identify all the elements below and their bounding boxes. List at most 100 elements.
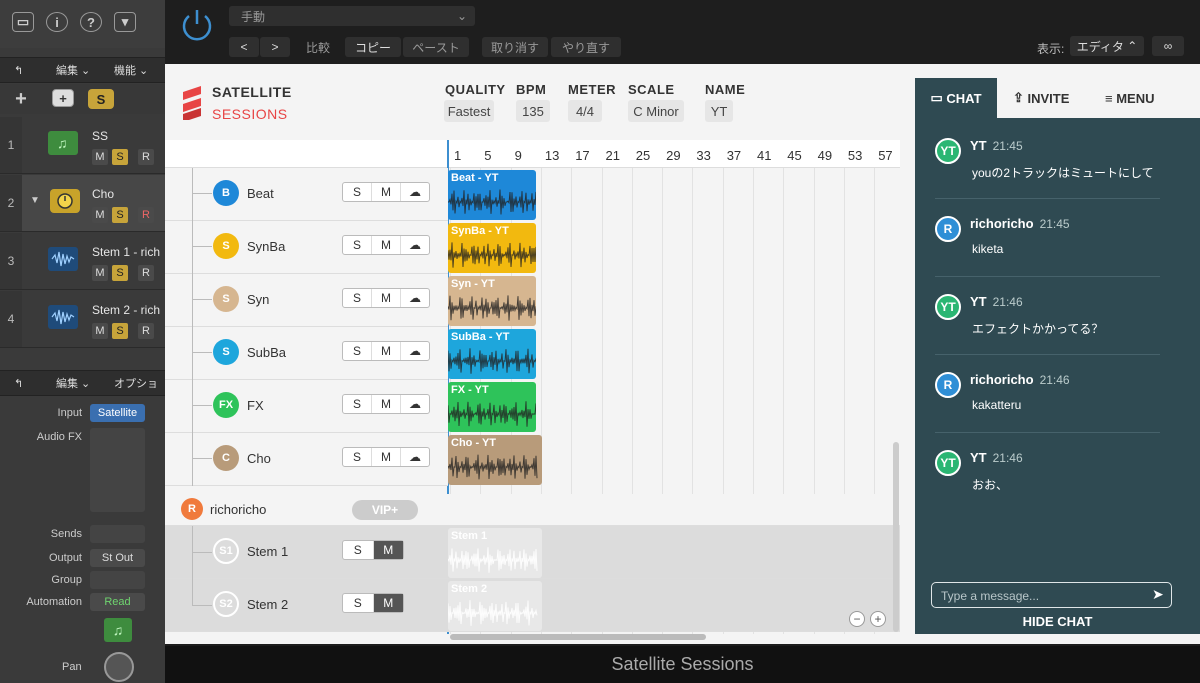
tab-menu[interactable]: ≡ MENU: [1105, 78, 1154, 118]
audio-fx-slot[interactable]: [90, 428, 145, 512]
record-button[interactable]: R: [138, 265, 154, 281]
record-button[interactable]: R: [138, 149, 154, 165]
solo-button[interactable]: S: [112, 149, 128, 165]
solo-button[interactable]: S: [112, 265, 128, 281]
mute-button[interactable]: M: [372, 342, 401, 360]
stem-clip-2[interactable]: Stem 2: [448, 581, 542, 631]
send-icon[interactable]: ➤: [1152, 586, 1164, 603]
mute-button[interactable]: M: [92, 323, 108, 339]
automation-mode[interactable]: Read: [90, 593, 145, 611]
message-author: richoricho: [970, 216, 1034, 231]
track-name: Syn: [247, 292, 270, 307]
bpm-value[interactable]: 135: [516, 100, 550, 122]
view-dropdown[interactable]: エディタ ⌃: [1070, 36, 1144, 56]
cloud-upload-icon[interactable]: ☁: [401, 395, 429, 413]
hide-chat-button[interactable]: HIDE CHAT: [915, 614, 1200, 629]
tab-invite[interactable]: ⇪ INVITE: [1013, 78, 1069, 118]
audio-clip-synba[interactable]: SynBa - YT: [448, 223, 536, 273]
record-button[interactable]: R: [138, 207, 154, 223]
solo-button[interactable]: S: [343, 594, 374, 612]
cloud-upload-icon[interactable]: ☁: [401, 236, 429, 254]
paste-button[interactable]: ペースト: [403, 37, 469, 57]
stem-clip-1[interactable]: Stem 1: [448, 528, 542, 578]
audio-clip-beat[interactable]: Beat - YT: [448, 170, 536, 220]
mute-button[interactable]: M: [373, 541, 403, 559]
link-icon[interactable]: ∞: [1152, 36, 1184, 56]
daw-track-1[interactable]: 1 ♫ SS M S R: [0, 117, 165, 174]
redo-button[interactable]: やり直す: [551, 37, 621, 57]
edit-menu[interactable]: 編集 ⌄: [56, 61, 90, 79]
help-icon[interactable]: ?: [80, 12, 102, 32]
power-icon[interactable]: [179, 6, 215, 47]
mute-button[interactable]: M: [372, 448, 401, 466]
daw-track-2[interactable]: 2 ▼ Cho M S R: [0, 175, 165, 232]
vertical-scrollbar[interactable]: [893, 442, 899, 632]
back-arrow-icon[interactable]: ↰: [14, 61, 23, 79]
sends-slot[interactable]: [90, 525, 145, 543]
daw-track-3[interactable]: 3 Stem 1 - rich M S R: [0, 233, 165, 290]
solo-button[interactable]: S: [343, 342, 372, 360]
add-track-icon[interactable]: +: [10, 88, 32, 110]
cloud-upload-icon[interactable]: ☁: [401, 289, 429, 307]
inbox-icon[interactable]: ▭: [12, 12, 34, 32]
mute-button[interactable]: M: [92, 207, 108, 223]
mute-button[interactable]: M: [372, 395, 401, 413]
duplicate-icon[interactable]: +: [52, 89, 74, 107]
solo-button[interactable]: S: [343, 395, 372, 413]
solo-button[interactable]: S: [112, 207, 128, 223]
audio-clip-syn[interactable]: Syn - YT: [448, 276, 536, 326]
audio-clip-subba[interactable]: SubBa - YT: [448, 329, 536, 379]
track-badge: B: [213, 180, 239, 206]
group-slot[interactable]: [90, 571, 145, 589]
mute-button[interactable]: M: [92, 265, 108, 281]
solo-button[interactable]: S: [112, 323, 128, 339]
zoom-out-button[interactable]: −: [849, 611, 865, 627]
quality-value[interactable]: Fastest: [444, 100, 494, 122]
functions-menu[interactable]: 機能 ⌄: [114, 61, 148, 79]
mute-button[interactable]: M: [373, 594, 403, 612]
name-value[interactable]: YT: [705, 100, 733, 122]
cloud-upload-icon[interactable]: ☁: [401, 183, 429, 201]
record-button[interactable]: R: [138, 323, 154, 339]
mute-button[interactable]: M: [372, 236, 401, 254]
next-preset-button[interactable]: >: [260, 37, 290, 57]
mute-button[interactable]: M: [372, 183, 401, 201]
mute-button[interactable]: M: [92, 149, 108, 165]
compare-button[interactable]: 比較: [300, 37, 336, 57]
pan-knob[interactable]: [104, 652, 134, 682]
scale-value[interactable]: C Minor: [628, 100, 684, 122]
output-slot[interactable]: St Out: [90, 549, 145, 567]
audio-clip-cho[interactable]: Cho - YT: [448, 435, 542, 485]
daw-track-4[interactable]: 4 Stem 2 - rich M S R: [0, 291, 165, 348]
editor-icon[interactable]: ▾: [114, 12, 136, 32]
audio-clip-fx[interactable]: FX - YT: [448, 382, 536, 432]
zoom-in-button[interactable]: +: [870, 611, 886, 627]
prev-preset-button[interactable]: <: [229, 37, 259, 57]
disclosure-triangle-icon[interactable]: ▼: [30, 195, 40, 206]
options-menu[interactable]: オプショ: [114, 374, 158, 392]
horizontal-scrollbar[interactable]: [450, 634, 706, 640]
message-input[interactable]: Type a message... ➤: [931, 582, 1172, 608]
solo-button[interactable]: S: [343, 541, 374, 559]
solo-button[interactable]: S: [343, 236, 372, 254]
preset-dropdown[interactable]: 手動 ⌄: [229, 6, 475, 26]
cloud-upload-icon[interactable]: ☁: [401, 448, 429, 466]
timeline-ruler[interactable]: 1 5 9 13 17 21 25 29 33 37 41 45 49 53 57: [448, 140, 900, 168]
solo-button[interactable]: S: [343, 448, 372, 466]
solo-global-button[interactable]: S: [88, 89, 114, 109]
edit-menu-2[interactable]: 編集 ⌄: [56, 374, 90, 392]
copy-button[interactable]: コピー: [345, 37, 401, 57]
message-text: kiketa: [972, 242, 1004, 256]
track-number: 1: [0, 117, 22, 173]
solo-button[interactable]: S: [343, 289, 372, 307]
input-slot[interactable]: Satellite: [90, 404, 145, 422]
info-icon[interactable]: i: [46, 12, 68, 32]
meter-value[interactable]: 4/4: [568, 100, 602, 122]
undo-button[interactable]: 取り消す: [482, 37, 548, 57]
track-number: 4: [0, 291, 22, 347]
tab-chat[interactable]: ▭ CHAT: [915, 78, 997, 118]
mute-button[interactable]: M: [372, 289, 401, 307]
solo-button[interactable]: S: [343, 183, 372, 201]
cloud-upload-icon[interactable]: ☁: [401, 342, 429, 360]
back-arrow-icon[interactable]: ↰: [14, 374, 23, 392]
